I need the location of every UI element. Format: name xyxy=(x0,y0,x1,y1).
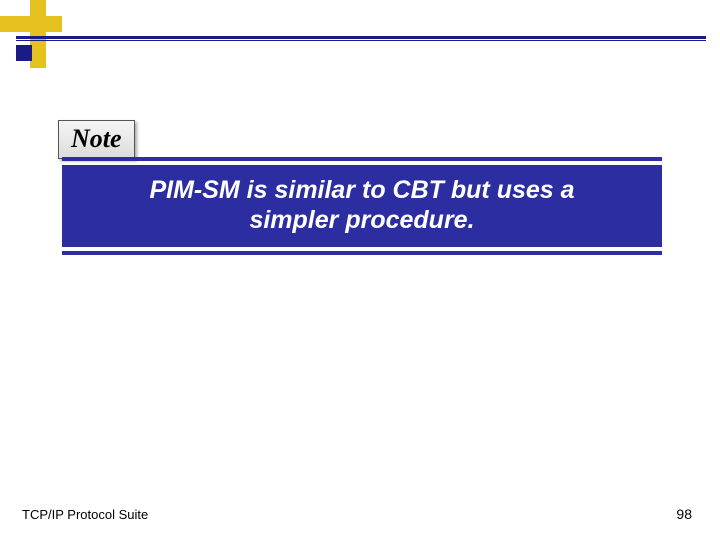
navy-rule-thin xyxy=(16,40,706,41)
note-label-text: Note xyxy=(71,124,122,153)
statement-line-1: PIM-SM is similar to CBT but uses a xyxy=(82,175,642,205)
header-decoration xyxy=(0,0,720,80)
statement-block: PIM-SM is similar to CBT but uses a simp… xyxy=(62,157,662,255)
navy-rule-thick xyxy=(16,36,706,39)
navy-square-icon xyxy=(16,45,32,61)
footer-title: TCP/IP Protocol Suite xyxy=(22,507,148,522)
statement-body: PIM-SM is similar to CBT but uses a simp… xyxy=(62,165,662,247)
statement-bottom-rule xyxy=(62,251,662,255)
page-number: 98 xyxy=(676,506,692,522)
gold-bar-vertical xyxy=(30,0,46,68)
note-label-box: Note xyxy=(58,120,135,159)
statement-line-2: simpler procedure. xyxy=(82,205,642,235)
